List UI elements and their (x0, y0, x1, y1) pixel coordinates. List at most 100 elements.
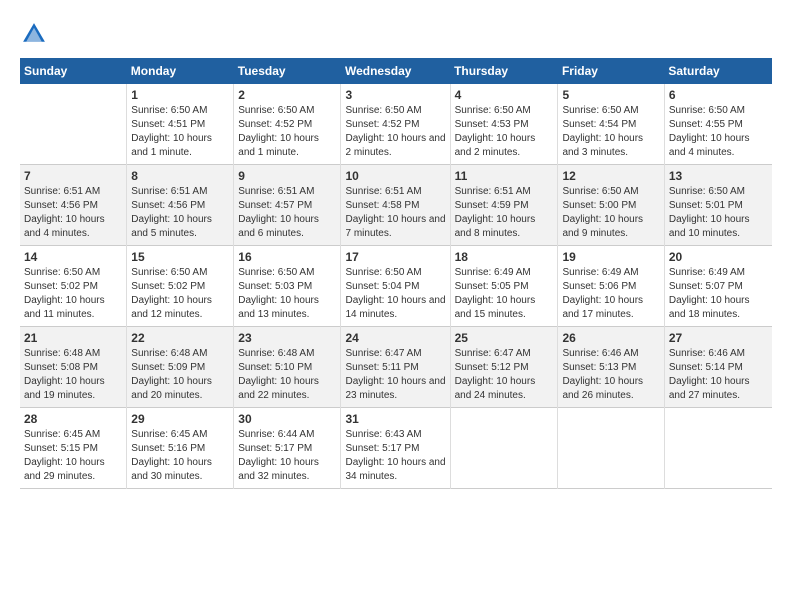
day-info: Sunrise: 6:50 AM Sunset: 5:04 PM Dayligh… (345, 266, 445, 322)
calendar-cell (20, 84, 127, 165)
calendar-cell: 24Sunrise: 6:47 AM Sunset: 5:11 PM Dayli… (341, 327, 450, 408)
calendar-cell: 9 Sunrise: 6:51 AM Sunset: 4:57 PM Daylig… (234, 165, 341, 246)
calendar-cell: 11 Sunrise: 6:51 AM Sunset: 4:59 PM Dayli… (450, 165, 558, 246)
calendar-cell: 1 Sunrise: 6:50 AM Sunset: 4:51 PM Daylig… (127, 84, 234, 165)
day-info: Sunrise: 6:50 AM Sunset: 5:01 PM Dayligh… (669, 185, 768, 241)
day-info: Sunrise: 6:51 AM Sunset: 4:57 PM Dayligh… (238, 185, 336, 241)
calendar-cell: 27 Sunrise: 6:46 AM Sunset: 5:14 PM Dayli… (664, 327, 772, 408)
day-info: Sunrise: 6:45 AM Sunset: 5:15 PM Dayligh… (24, 428, 122, 484)
calendar-cell: 28 Sunrise: 6:45 AM Sunset: 5:15 PM Dayli… (20, 408, 127, 489)
day-info: Sunrise: 6:50 AM Sunset: 4:51 PM Dayligh… (131, 104, 229, 160)
day-info: Sunrise: 6:45 AM Sunset: 5:16 PM Dayligh… (131, 428, 229, 484)
day-number: 21 (24, 331, 122, 345)
day-number: 14 (24, 250, 122, 264)
header-friday: Friday (558, 58, 664, 84)
calendar-cell: 2Sunrise: 6:50 AM Sunset: 4:52 PM Daylig… (234, 84, 341, 165)
day-info: Sunrise: 6:49 AM Sunset: 5:05 PM Dayligh… (455, 266, 554, 322)
day-number: 9 (238, 169, 336, 183)
calendar-cell: 23 Sunrise: 6:48 AM Sunset: 5:10 PM Dayli… (234, 327, 341, 408)
day-info: Sunrise: 6:50 AM Sunset: 4:55 PM Dayligh… (669, 104, 768, 160)
calendar-week-row: 1 Sunrise: 6:50 AM Sunset: 4:51 PM Daylig… (20, 84, 772, 165)
day-info: Sunrise: 6:48 AM Sunset: 5:09 PM Dayligh… (131, 347, 229, 403)
calendar-cell: 26 Sunrise: 6:46 AM Sunset: 5:13 PM Dayli… (558, 327, 664, 408)
calendar-cell: 4Sunrise: 6:50 AM Sunset: 4:53 PM Daylig… (450, 84, 558, 165)
day-info: Sunrise: 6:50 AM Sunset: 4:53 PM Dayligh… (455, 104, 554, 160)
day-info: Sunrise: 6:48 AM Sunset: 5:10 PM Dayligh… (238, 347, 336, 403)
day-number: 25 (455, 331, 554, 345)
day-number: 22 (131, 331, 229, 345)
day-number: 7 (24, 169, 122, 183)
calendar-week-row: 28 Sunrise: 6:45 AM Sunset: 5:15 PM Dayli… (20, 408, 772, 489)
calendar-cell: 15Sunrise: 6:50 AM Sunset: 5:02 PM Dayli… (127, 246, 234, 327)
page-header (20, 20, 772, 48)
calendar-cell: 7 Sunrise: 6:51 AM Sunset: 4:56 PM Daylig… (20, 165, 127, 246)
day-number: 18 (455, 250, 554, 264)
day-number: 10 (345, 169, 445, 183)
day-info: Sunrise: 6:50 AM Sunset: 5:03 PM Dayligh… (238, 266, 336, 322)
header-saturday: Saturday (664, 58, 772, 84)
day-number: 16 (238, 250, 336, 264)
day-info: Sunrise: 6:50 AM Sunset: 4:52 PM Dayligh… (345, 104, 445, 160)
day-number: 28 (24, 412, 122, 426)
header-thursday: Thursday (450, 58, 558, 84)
calendar-cell: 31 Sunrise: 6:43 AM Sunset: 5:17 PM Dayli… (341, 408, 450, 489)
day-info: Sunrise: 6:50 AM Sunset: 5:00 PM Dayligh… (562, 185, 659, 241)
day-info: Sunrise: 6:47 AM Sunset: 5:12 PM Dayligh… (455, 347, 554, 403)
day-number: 27 (669, 331, 768, 345)
calendar-cell: 3 Sunrise: 6:50 AM Sunset: 4:52 PM Daylig… (341, 84, 450, 165)
calendar-cell: 10 Sunrise: 6:51 AM Sunset: 4:58 PM Dayli… (341, 165, 450, 246)
calendar-cell: 20Sunrise: 6:49 AM Sunset: 5:07 PM Dayli… (664, 246, 772, 327)
day-number: 30 (238, 412, 336, 426)
day-info: Sunrise: 6:50 AM Sunset: 4:54 PM Dayligh… (562, 104, 659, 160)
logo-icon (20, 20, 48, 48)
day-number: 13 (669, 169, 768, 183)
day-info: Sunrise: 6:46 AM Sunset: 5:14 PM Dayligh… (669, 347, 768, 403)
header-sunday: Sunday (20, 58, 127, 84)
calendar-cell: 22 Sunrise: 6:48 AM Sunset: 5:09 PM Dayli… (127, 327, 234, 408)
calendar-cell: 29Sunrise: 6:45 AM Sunset: 5:16 PM Dayli… (127, 408, 234, 489)
calendar-cell (664, 408, 772, 489)
calendar-cell: 18 Sunrise: 6:49 AM Sunset: 5:05 PM Dayli… (450, 246, 558, 327)
calendar-header-row: SundayMondayTuesdayWednesdayThursdayFrid… (20, 58, 772, 84)
calendar-cell: 25 Sunrise: 6:47 AM Sunset: 5:12 PM Dayli… (450, 327, 558, 408)
calendar-cell: 19 Sunrise: 6:49 AM Sunset: 5:06 PM Dayli… (558, 246, 664, 327)
day-number: 17 (345, 250, 445, 264)
day-info: Sunrise: 6:51 AM Sunset: 4:59 PM Dayligh… (455, 185, 554, 241)
header-tuesday: Tuesday (234, 58, 341, 84)
day-number: 24 (345, 331, 445, 345)
calendar-table: SundayMondayTuesdayWednesdayThursdayFrid… (20, 58, 772, 489)
day-info: Sunrise: 6:46 AM Sunset: 5:13 PM Dayligh… (562, 347, 659, 403)
day-number: 15 (131, 250, 229, 264)
day-number: 3 (345, 88, 445, 102)
calendar-cell: 12 Sunrise: 6:50 AM Sunset: 5:00 PM Dayli… (558, 165, 664, 246)
calendar-cell: 17 Sunrise: 6:50 AM Sunset: 5:04 PM Dayli… (341, 246, 450, 327)
calendar-week-row: 7 Sunrise: 6:51 AM Sunset: 4:56 PM Daylig… (20, 165, 772, 246)
header-monday: Monday (127, 58, 234, 84)
day-number: 1 (131, 88, 229, 102)
calendar-cell (558, 408, 664, 489)
day-info: Sunrise: 6:51 AM Sunset: 4:58 PM Dayligh… (345, 185, 445, 241)
day-info: Sunrise: 6:51 AM Sunset: 4:56 PM Dayligh… (131, 185, 229, 241)
day-number: 12 (562, 169, 659, 183)
day-info: Sunrise: 6:43 AM Sunset: 5:17 PM Dayligh… (345, 428, 445, 484)
day-info: Sunrise: 6:49 AM Sunset: 5:06 PM Dayligh… (562, 266, 659, 322)
day-number: 20 (669, 250, 768, 264)
day-number: 5 (562, 88, 659, 102)
day-number: 11 (455, 169, 554, 183)
calendar-cell: 8Sunrise: 6:51 AM Sunset: 4:56 PM Daylig… (127, 165, 234, 246)
day-info: Sunrise: 6:50 AM Sunset: 5:02 PM Dayligh… (24, 266, 122, 322)
calendar-cell: 21Sunrise: 6:48 AM Sunset: 5:08 PM Dayli… (20, 327, 127, 408)
calendar-cell: 6 Sunrise: 6:50 AM Sunset: 4:55 PM Daylig… (664, 84, 772, 165)
day-number: 6 (669, 88, 768, 102)
logo (20, 20, 52, 48)
day-number: 26 (562, 331, 659, 345)
day-info: Sunrise: 6:51 AM Sunset: 4:56 PM Dayligh… (24, 185, 122, 241)
day-number: 23 (238, 331, 336, 345)
calendar-cell: 16 Sunrise: 6:50 AM Sunset: 5:03 PM Dayli… (234, 246, 341, 327)
calendar-week-row: 21Sunrise: 6:48 AM Sunset: 5:08 PM Dayli… (20, 327, 772, 408)
day-number: 31 (345, 412, 445, 426)
calendar-cell: 5 Sunrise: 6:50 AM Sunset: 4:54 PM Daylig… (558, 84, 664, 165)
day-number: 19 (562, 250, 659, 264)
day-info: Sunrise: 6:44 AM Sunset: 5:17 PM Dayligh… (238, 428, 336, 484)
calendar-cell: 14 Sunrise: 6:50 AM Sunset: 5:02 PM Dayli… (20, 246, 127, 327)
